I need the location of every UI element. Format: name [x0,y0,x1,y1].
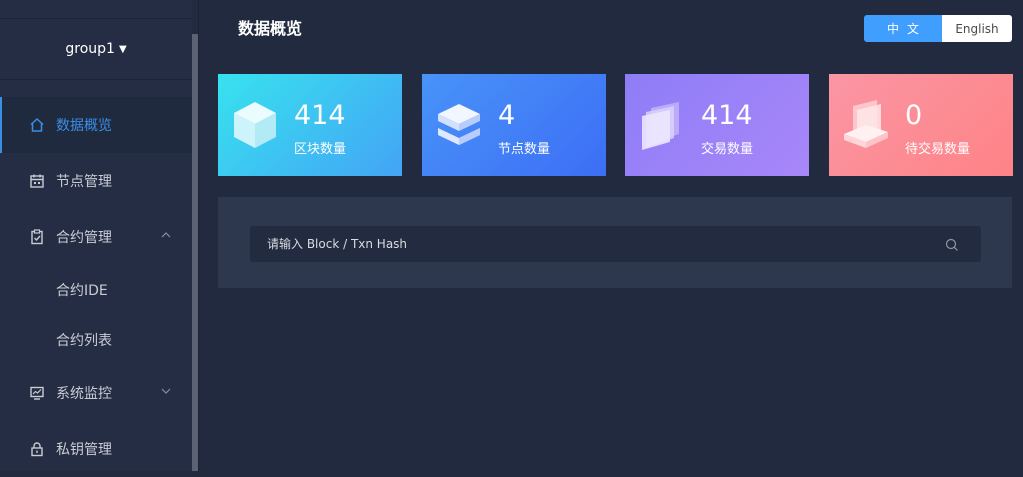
chevron-up-icon [160,229,172,245]
stat-card-blocks: 414 区块数量 [218,74,402,176]
search-box [250,226,981,262]
search-input[interactable] [250,226,940,262]
pending-tray-icon [841,98,891,152]
stat-value: 414 [701,100,753,131]
lang-en-button[interactable]: English [942,15,1012,42]
sidebar-item-overview[interactable]: 数据概览 [0,97,192,153]
sidebar-item-monitor[interactable]: 系统监控 [0,365,192,421]
cards-stack-icon [637,98,687,152]
lock-icon [28,440,46,458]
stat-card-nodes: 4 节点数量 [422,74,606,176]
calendar-icon [28,172,46,190]
stat-label: 交易数量 [701,142,754,157]
stat-card-pending: 0 待交易数量 [829,74,1013,176]
sidebar-item-label: 系统监控 [56,386,112,402]
monitor-icon [28,384,46,402]
sidebar: group1 ▼ 数据概览 节点管理 合约管理 合约IDE 合约列表 系统监控 [0,0,192,471]
sidebar-divider [198,0,199,471]
search-panel [218,197,1012,288]
page-title: 数据概览 [238,19,303,38]
server-stack-icon [434,98,484,152]
lang-zh-button[interactable]: 中文 [864,15,942,42]
sidebar-item-keys[interactable]: 私钥管理 [0,421,192,477]
stat-value: 0 [905,100,923,131]
home-icon [28,116,46,134]
stat-label: 节点数量 [498,142,551,157]
stat-value: 4 [498,100,516,131]
sidebar-subitem-label: 合约列表 [56,333,112,349]
group-selector[interactable]: group1 ▼ [0,18,192,80]
sidebar-subitem-contract-ide[interactable]: 合约IDE [0,265,192,315]
language-switch: 中文 English [864,15,1012,42]
caret-down-icon: ▼ [118,43,127,55]
cube-icon [230,98,280,152]
sidebar-subitem-contract-list[interactable]: 合约列表 [0,315,192,365]
sidebar-item-label: 私钥管理 [56,442,112,458]
sidebar-subitem-label: 合约IDE [56,283,108,299]
sidebar-item-label: 数据概览 [56,118,112,134]
search-icon[interactable] [945,237,959,251]
stat-label: 待交易数量 [905,142,971,157]
chevron-down-icon [160,385,172,401]
sidebar-item-contracts[interactable]: 合约管理 [0,209,192,265]
stat-card-transactions: 414 交易数量 [625,74,809,176]
sidebar-item-label: 节点管理 [56,174,112,190]
clipboard-check-icon [28,228,46,246]
group-label: group1 [65,41,115,57]
sidebar-item-label: 合约管理 [56,230,112,246]
stat-value: 414 [294,100,346,131]
sidebar-item-nodes[interactable]: 节点管理 [0,153,192,209]
stat-label: 区块数量 [294,142,347,157]
